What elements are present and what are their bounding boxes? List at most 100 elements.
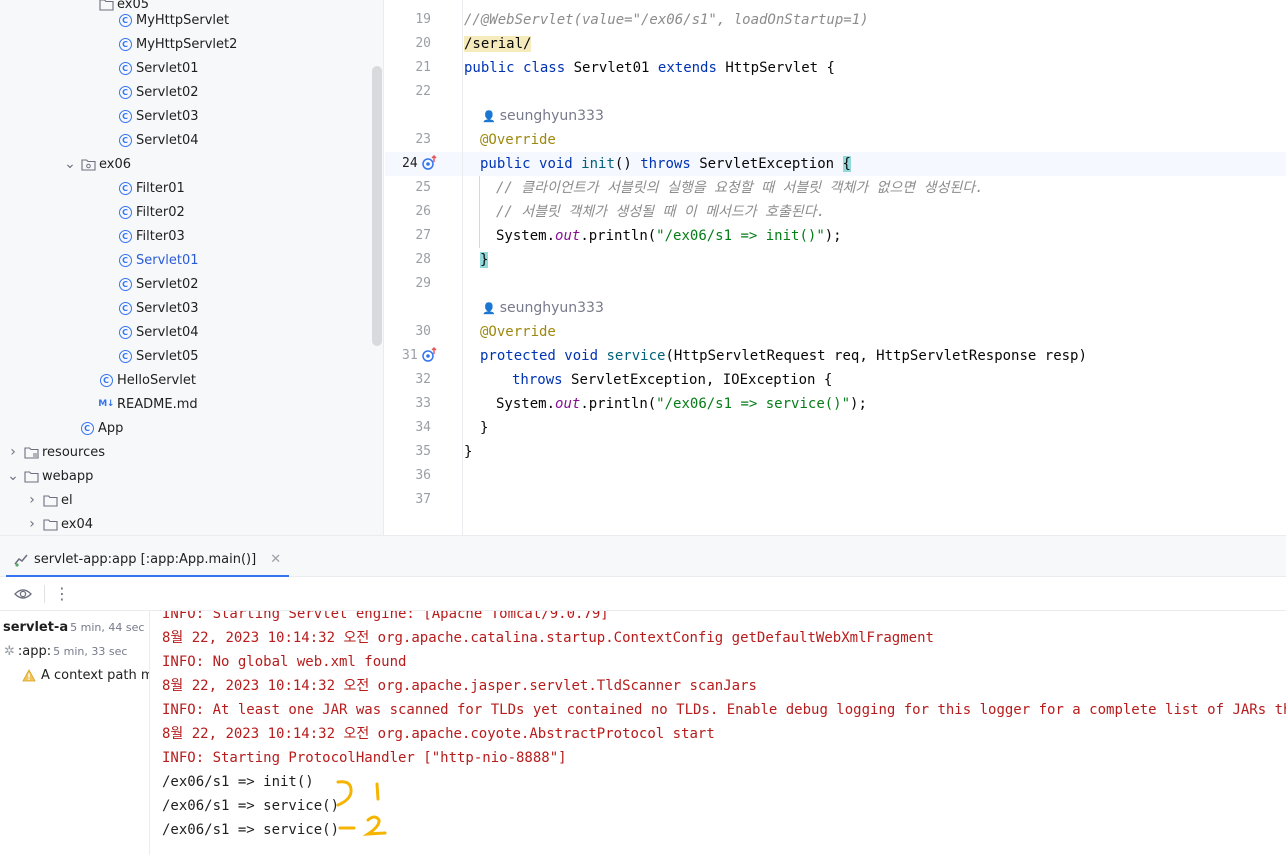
code-text: .println( — [580, 396, 657, 412]
resources-folder-icon — [23, 444, 39, 460]
tree-item-servlet03[interactable]: C Servlet03 — [0, 104, 370, 128]
mark-1 — [375, 782, 380, 801]
tree-item-helloservlet[interactable]: C HelloServlet — [0, 368, 370, 392]
run-config-icon — [14, 554, 28, 567]
code-text: () — [614, 156, 632, 172]
tree-item-myhttpservlet[interactable]: C MyHttpServlet — [0, 8, 370, 32]
line-number: 28 — [415, 252, 431, 267]
tree-item-label: Servlet03 — [136, 300, 199, 316]
tree-item-ex04[interactable]: › ex04 — [0, 512, 370, 535]
run-tree-task[interactable]: ✲ :app: 5 min, 33 sec — [4, 639, 149, 663]
class-icon: C — [117, 12, 133, 28]
code-line-27: System.out.println("/ex06/s1 => init()")… — [496, 224, 842, 248]
code-text: ServletException — [699, 156, 835, 172]
code-author-hint[interactable]: 👤 seunghyun333 — [482, 296, 604, 320]
folder-icon — [42, 516, 58, 532]
code-line-26: // 서블릿 객체가 생성될 때 이 메서드가 호출된다. — [496, 204, 826, 220]
chevron-right-icon[interactable]: › — [5, 444, 21, 460]
tree-item-filter02[interactable]: C Filter02 — [0, 200, 370, 224]
tree-item-servlet02[interactable]: C Servlet02 — [0, 80, 370, 104]
console-line: /ex06/s1 => service() — [162, 822, 340, 838]
tree-item-servlet03[interactable]: C Servlet03 — [0, 296, 370, 320]
eye-icon[interactable] — [10, 581, 36, 607]
tree-item-label: README.md — [117, 396, 198, 412]
tree-item-filter01[interactable]: C Filter01 — [0, 176, 370, 200]
toolbar-separator — [44, 584, 45, 603]
tree-item-servlet04[interactable]: C Servlet04 — [0, 128, 370, 152]
gutter-divider — [462, 0, 463, 535]
chevron-down-icon[interactable]: ⌄ — [62, 156, 78, 172]
class-icon: C — [79, 420, 95, 436]
code-text: ); — [824, 228, 842, 244]
tree-item-servlet05[interactable]: C Servlet05 — [0, 344, 370, 368]
tree-item-label: Servlet01 — [136, 60, 199, 76]
tree-item-filter03[interactable]: C Filter03 — [0, 224, 370, 248]
close-icon[interactable]: ✕ — [270, 552, 281, 567]
warning-label: A context path m — [41, 667, 150, 683]
keyword: void — [539, 156, 573, 172]
run-tab[interactable]: servlet-app:app [:app:App.main()] ✕ — [6, 544, 290, 578]
static-field: out — [555, 228, 581, 244]
chevron-down-icon[interactable]: ⌄ — [5, 468, 21, 484]
code-text: ); — [850, 396, 867, 412]
line-number: 21 — [415, 60, 431, 75]
tree-item-app[interactable]: C App — [0, 416, 370, 440]
console-output[interactable]: INFO: Starting Servlet engine: [Apache T… — [151, 611, 1286, 855]
tree-item-label: resources — [42, 444, 106, 460]
run-tree-panel: servlet-a 5 min, 44 sec ✲ :app: 5 min, 3… — [0, 611, 150, 855]
tree-item-readme-md[interactable]: M↓ README.md — [0, 392, 370, 416]
code-text: (HttpServletRequest req, HttpServletResp… — [665, 348, 1087, 364]
tree-item-label: Filter02 — [136, 204, 185, 220]
chevron-right-icon[interactable]: › — [24, 492, 40, 508]
tree-item-servlet01[interactable]: C Servlet01 — [0, 248, 370, 272]
line-number: 22 — [415, 84, 431, 99]
line-number: 25 — [415, 180, 431, 195]
code-editor[interactable] — [385, 0, 1286, 535]
brace-match: { — [842, 156, 851, 172]
run-tree-root[interactable]: servlet-a 5 min, 44 sec — [3, 615, 149, 639]
string-literal: "/ex06/s1 => service()" — [656, 396, 851, 412]
tree-item-resources[interactable]: › resources — [0, 440, 370, 464]
code-text: HttpServlet { — [725, 60, 835, 76]
keyword: public — [480, 156, 531, 172]
code-author-hint[interactable]: 👤 seunghyun333 — [482, 104, 604, 128]
chevron-right-icon[interactable]: › — [24, 516, 40, 532]
more-options-icon[interactable]: ⋮ — [49, 581, 75, 607]
author-name: seunghyun333 — [499, 300, 604, 316]
class-icon: C — [117, 108, 133, 124]
tree-item-el[interactable]: › el — [0, 488, 370, 512]
tree-item-servlet02[interactable]: C Servlet02 — [0, 272, 370, 296]
code-line-33: System.out.println("/ex06/s1 => service(… — [496, 392, 867, 416]
tree-item-label: webapp — [42, 468, 94, 484]
brace-match: } — [480, 252, 489, 268]
run-tree-warning[interactable]: A context path m — [22, 663, 150, 687]
console-line: /ex06/s1 => service() — [162, 798, 340, 814]
keyword: public — [464, 60, 515, 76]
console-line: INFO: At least one JAR was scanned for T… — [162, 702, 1286, 718]
override-method-icon[interactable] — [421, 347, 439, 363]
project-tree-panel: ex05 C MyHttpServlet C MyHttpServlet2 C Servle… — [0, 0, 384, 535]
class-icon: C — [117, 132, 133, 148]
override-method-icon[interactable] — [421, 155, 439, 171]
line-number: 20 — [415, 36, 431, 51]
tree-item-webapp[interactable]: ⌄ webapp — [0, 464, 370, 488]
tree-item-servlet01[interactable]: C Servlet01 — [0, 56, 370, 80]
tree-item-label: Filter03 — [136, 228, 185, 244]
code-line-31: protected void service(HttpServletReques… — [480, 344, 1087, 368]
code-line-25: // 클라이언트가 서블릿의 실행을 요청할 때 서블릿 객체가 없으면 생성된… — [496, 180, 984, 196]
class-icon: C — [117, 252, 133, 268]
tree-item-myhttpservlet2[interactable]: C MyHttpServlet2 — [0, 32, 370, 56]
class-icon: C — [117, 324, 133, 340]
code-line-24: public void init() throws ServletExcepti… — [480, 152, 851, 176]
line-number: 32 — [415, 372, 431, 387]
class-name: Servlet01 — [573, 60, 650, 76]
tree-item-servlet04[interactable]: C Servlet04 — [0, 320, 370, 344]
tree-item-label: HelloServlet — [117, 372, 196, 388]
tree-item-label: el — [61, 492, 73, 508]
class-icon: C — [117, 180, 133, 196]
tree-scrollbar[interactable] — [372, 66, 382, 346]
person-icon: 👤 — [482, 110, 496, 123]
tree-item-ex06[interactable]: ⌄ ex06 — [0, 152, 370, 176]
console-line: 8월 22, 2023 10:14:32 오전 org.apache.coyot… — [162, 726, 715, 742]
tree-item-label: Servlet04 — [136, 132, 199, 148]
